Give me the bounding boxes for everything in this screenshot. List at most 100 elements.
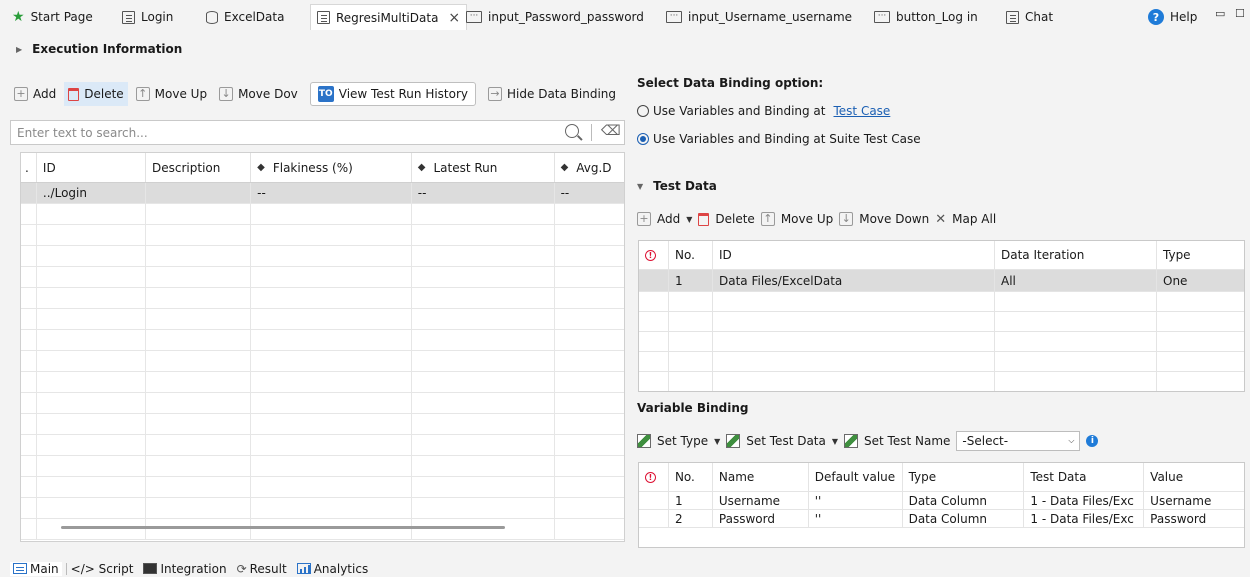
tab-main[interactable]: Main <box>10 561 62 576</box>
tab-button-login[interactable]: ··· button_Log in <box>874 7 978 27</box>
arrow-down-icon: ↓ <box>219 87 234 101</box>
binding-option-suite-test-case[interactable]: Use Variables and Binding at Suite Test … <box>637 130 921 148</box>
test-data-add-button[interactable]: Add <box>657 212 680 226</box>
close-icon[interactable]: × <box>448 10 460 26</box>
table-row[interactable]: 2 Password '' Data Column 1 - Data Files… <box>639 510 1244 528</box>
tab-chat[interactable]: Chat <box>1006 7 1053 27</box>
set-test-name-button[interactable]: Set Test Name <box>864 434 950 448</box>
empty-row <box>639 372 1244 391</box>
radio-button[interactable] <box>637 105 649 117</box>
trash-icon <box>68 87 80 101</box>
column-header-description[interactable]: Description <box>146 153 252 182</box>
table-row[interactable]: ../Login -- -- -- <box>21 183 624 204</box>
hide-data-binding-button[interactable]: → Hide Data Binding <box>484 82 620 106</box>
column-header-status[interactable]: ! <box>639 463 669 491</box>
map-all-button[interactable]: Map All <box>952 212 996 226</box>
column-header-latest-run[interactable]: ◆ Latest Run <box>412 153 555 182</box>
chevron-down-icon[interactable]: ▼ <box>714 437 720 446</box>
tab-input-password[interactable]: ··· input_Password_password <box>466 7 644 27</box>
delete-button[interactable]: Delete <box>64 82 128 106</box>
tab-label: Login <box>141 10 174 24</box>
section-title: Execution Information <box>32 42 183 56</box>
tab-input-username[interactable]: ··· input_Username_username <box>666 7 852 27</box>
cell-no: 1 <box>669 270 713 291</box>
cell-flakiness: -- <box>251 183 412 203</box>
tab-script[interactable]: </> Script <box>71 562 134 576</box>
view-test-run-history-button[interactable]: TO View Test Run History <box>309 82 477 106</box>
column-header-name[interactable]: Name <box>713 463 809 491</box>
column-header-flakiness[interactable]: ◆ Flakiness (%) <box>251 153 412 182</box>
integration-icon <box>143 563 158 574</box>
clear-filter-icon[interactable]: ⌫ <box>601 123 621 139</box>
set-test-data-button[interactable]: Set Test Data <box>746 434 826 448</box>
cell-test-data: 1 - Data Files/Exc <box>1024 510 1145 527</box>
move-up-button[interactable]: ↑ Move Up <box>132 82 211 106</box>
column-header-avg-duration[interactable]: ◆ Avg.D <box>555 153 624 182</box>
binding-option-test-case[interactable]: Use Variables and Binding at Test Case <box>637 102 890 120</box>
chevron-down-icon: ⌵ <box>1068 436 1075 445</box>
help-label: Help <box>1170 10 1198 24</box>
tab-start-page[interactable]: ★ Start Page <box>12 7 93 27</box>
edit-icon <box>844 434 859 448</box>
info-icon[interactable]: i <box>1086 435 1099 447</box>
plus-icon: + <box>637 212 651 226</box>
minimize-icon[interactable]: ▭ <box>1215 7 1225 20</box>
empty-row <box>21 204 624 225</box>
column-header-test-data[interactable]: Test Data <box>1024 463 1145 491</box>
search-icon[interactable] <box>565 124 579 138</box>
empty-row <box>639 292 1244 312</box>
add-button[interactable]: + Add <box>10 82 60 106</box>
execution-information-section[interactable]: ▶ Execution Information <box>0 38 1250 60</box>
column-header-data-iteration[interactable]: Data Iteration <box>995 241 1157 269</box>
tab-analytics[interactable]: Analytics <box>296 562 368 576</box>
tab-label: button_Log in <box>896 10 978 24</box>
pin-icon: ◆ <box>257 162 265 173</box>
star-icon: ★ <box>12 9 25 25</box>
cell-default-value: '' <box>809 492 903 509</box>
column-header-value[interactable]: Value <box>1144 463 1244 491</box>
test-data-delete-button[interactable]: Delete <box>715 212 754 226</box>
column-header-type[interactable]: Type <box>903 463 1025 491</box>
column-header-id[interactable]: ID <box>713 241 995 269</box>
chevron-down-icon[interactable]: ▼ <box>832 437 838 446</box>
move-down-button[interactable]: ↓ Move Dov <box>215 82 302 106</box>
test-case-link[interactable]: Test Case <box>834 104 891 118</box>
maximize-icon[interactable]: ☐ <box>1235 7 1245 20</box>
binding-option-title: Select Data Binding option: <box>637 76 824 90</box>
cell-value: Password <box>1150 511 1207 526</box>
cell-value: Username <box>1150 493 1212 508</box>
chevron-down-icon[interactable]: ▼ <box>686 215 692 224</box>
column-header-type[interactable]: Type <box>1157 241 1243 269</box>
cell-data-iteration: All <box>995 270 1157 291</box>
tab-result[interactable]: ⟳ Result <box>237 562 287 576</box>
help-button[interactable]: ? Help <box>1148 7 1197 27</box>
empty-row <box>639 312 1244 332</box>
column-header-select[interactable]: . <box>21 153 37 182</box>
table-row[interactable]: 1 Username '' Data Column 1 - Data Files… <box>639 492 1244 510</box>
column-header-no[interactable]: No. <box>669 241 713 269</box>
pin-icon: ◆ <box>560 162 569 173</box>
radio-button-selected[interactable] <box>637 133 649 145</box>
tab-integration[interactable]: Integration <box>143 562 227 576</box>
tab-exceldata[interactable]: ExcelData <box>206 7 284 27</box>
test-data-section[interactable]: ▼ Test Data <box>637 176 717 196</box>
table-row[interactable]: 1 Data Files/ExcelData All One <box>639 270 1244 292</box>
column-header-no[interactable]: No. <box>669 463 713 491</box>
tab-label: input_Username_username <box>688 10 853 24</box>
test-data-move-down-button[interactable]: Move Down <box>859 212 929 226</box>
test-name-select[interactable]: -Select- ⌵ <box>956 431 1081 451</box>
set-type-button[interactable]: Set Type <box>657 434 708 448</box>
tab-login[interactable]: Login <box>122 7 173 27</box>
arrow-right-icon: → <box>488 87 503 101</box>
horizontal-scrollbar[interactable] <box>61 526 505 529</box>
sheet-icon <box>122 10 135 24</box>
search-input[interactable] <box>11 121 551 144</box>
test-data-move-up-button[interactable]: Move Up <box>781 212 833 226</box>
search-separator <box>591 124 592 141</box>
column-header-status[interactable]: ! <box>639 241 669 269</box>
column-header-default-value[interactable]: Default value <box>809 463 903 491</box>
tab-regresimultidata[interactable]: RegresiMultiData × <box>310 4 468 30</box>
arrow-up-icon: ↑ <box>135 87 150 101</box>
column-header-id[interactable]: ID <box>37 153 146 182</box>
edit-icon <box>637 434 651 448</box>
